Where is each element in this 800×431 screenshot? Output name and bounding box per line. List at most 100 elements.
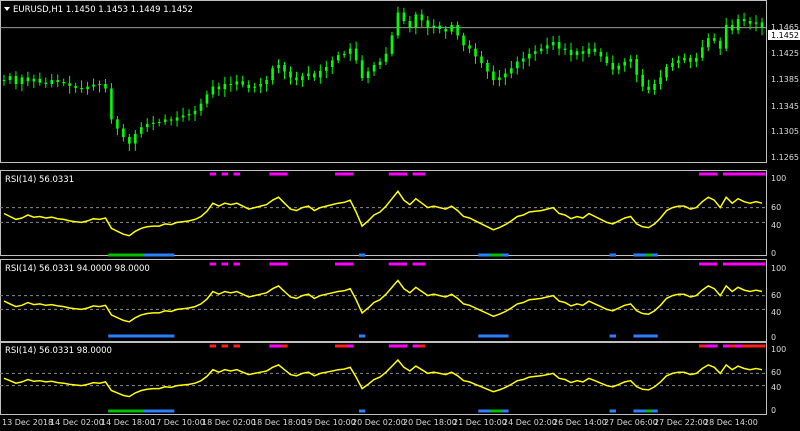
overbought-marker: [412, 344, 420, 348]
oversold-marker: [478, 334, 485, 338]
candle-body: [330, 60, 334, 67]
oversold-marker: [478, 253, 485, 257]
candle-body: [408, 21, 412, 28]
candle-body: [527, 53, 531, 59]
overbought-marker: [734, 172, 742, 176]
rsi-tick: 100: [771, 174, 786, 183]
oversold-marker: [633, 253, 640, 257]
oversold-marker: [609, 253, 616, 257]
candle-body: [575, 51, 579, 56]
candle-body: [56, 80, 60, 83]
candle-body: [653, 83, 656, 90]
time-axis: 13 Dec 2018 14 Dec 02:00 14 Dec 18:00 17…: [2, 418, 758, 427]
candle-body: [157, 121, 161, 123]
oversold-marker: [155, 253, 163, 257]
oversold-marker: [496, 253, 503, 257]
candle-body: [86, 86, 89, 90]
oversold-marker: [138, 253, 145, 257]
candle-body: [689, 57, 692, 62]
overbought-marker: [388, 172, 396, 176]
trading-chart[interactable]: EURUSD,H1 1.1450 1.1453 1.1449 1.1452 RS…: [0, 0, 800, 431]
candle-body: [20, 77, 24, 84]
candle-body: [193, 110, 197, 115]
oversold-marker: [144, 409, 151, 413]
overbought-marker: [394, 344, 402, 348]
candle-body: [456, 25, 459, 36]
time-tick: 27 Dec 06:00: [604, 418, 658, 427]
oversold-marker: [490, 253, 497, 257]
overbought-marker: [705, 172, 712, 176]
overbought-marker: [400, 172, 408, 176]
oversold-marker: [502, 409, 509, 413]
oversold-marker: [144, 253, 151, 257]
oversold-marker: [484, 253, 491, 257]
oversold-marker: [484, 409, 491, 413]
candle-body: [378, 61, 382, 65]
candle-body: [748, 21, 752, 24]
candle-body: [402, 12, 406, 22]
candle-body: [510, 68, 513, 74]
overbought-marker: [346, 344, 354, 348]
candle-body: [545, 45, 549, 49]
candle-body: [223, 83, 227, 90]
overbought-marker: [400, 262, 408, 266]
overbought-marker: [418, 172, 425, 176]
time-tick: 20 Dec 02:00: [352, 418, 406, 427]
candle-body: [289, 71, 292, 78]
time-tick: 18 Dec 18:00: [252, 418, 306, 427]
candle-body: [92, 84, 95, 87]
candle-body: [68, 83, 71, 86]
oversold-marker: [639, 253, 646, 257]
candle-body: [307, 73, 310, 77]
rsi-tick: 0: [771, 249, 776, 258]
candle-body: [235, 81, 239, 85]
candle-body: [74, 85, 77, 88]
candle-body: [336, 55, 340, 61]
oversold-marker: [478, 409, 485, 413]
candle-body: [313, 73, 316, 78]
oversold-marker: [114, 253, 121, 257]
time-tick: 17 Dec 10:00: [151, 418, 205, 427]
overbought-marker: [728, 262, 736, 266]
candle-body: [450, 25, 453, 32]
candle-body: [110, 88, 113, 120]
oversold-marker: [609, 409, 616, 413]
candle-body: [366, 71, 370, 79]
candle-body: [44, 82, 48, 84]
candle-body: [504, 73, 507, 78]
candle-body: [701, 47, 704, 58]
overbought-marker: [740, 172, 748, 176]
overbought-marker: [734, 344, 742, 348]
overbought-marker: [746, 172, 754, 176]
overbought-marker: [221, 172, 229, 176]
overbought-marker: [728, 344, 736, 348]
candle-body: [617, 65, 621, 70]
oversold-marker: [108, 253, 115, 257]
overbought-marker: [335, 344, 342, 348]
overbought-marker: [412, 172, 420, 176]
candle-body: [199, 103, 203, 111]
time-tick: 19 Dec 10:00: [302, 418, 356, 427]
overbought-marker: [758, 172, 766, 176]
candle-body: [241, 81, 245, 85]
rsi-tick: 40: [771, 221, 781, 230]
candle-body: [348, 48, 352, 54]
candle-body: [635, 59, 638, 75]
overbought-marker: [722, 262, 730, 266]
oversold-marker: [126, 409, 133, 413]
oversold-marker: [114, 409, 121, 413]
oversold-marker: [138, 409, 145, 413]
overbought-marker: [722, 344, 730, 348]
oversold-marker: [150, 253, 157, 257]
candle-body: [515, 61, 519, 69]
oversold-marker: [633, 334, 640, 338]
candle-body: [360, 60, 364, 79]
rsi-tick: 100: [771, 264, 786, 273]
overbought-marker: [233, 344, 240, 348]
candle-body: [498, 77, 501, 81]
candle-body: [163, 119, 167, 122]
overbought-marker: [209, 344, 217, 348]
candle-body: [26, 77, 30, 82]
overbought-marker: [341, 172, 348, 176]
overbought-marker: [711, 344, 718, 348]
